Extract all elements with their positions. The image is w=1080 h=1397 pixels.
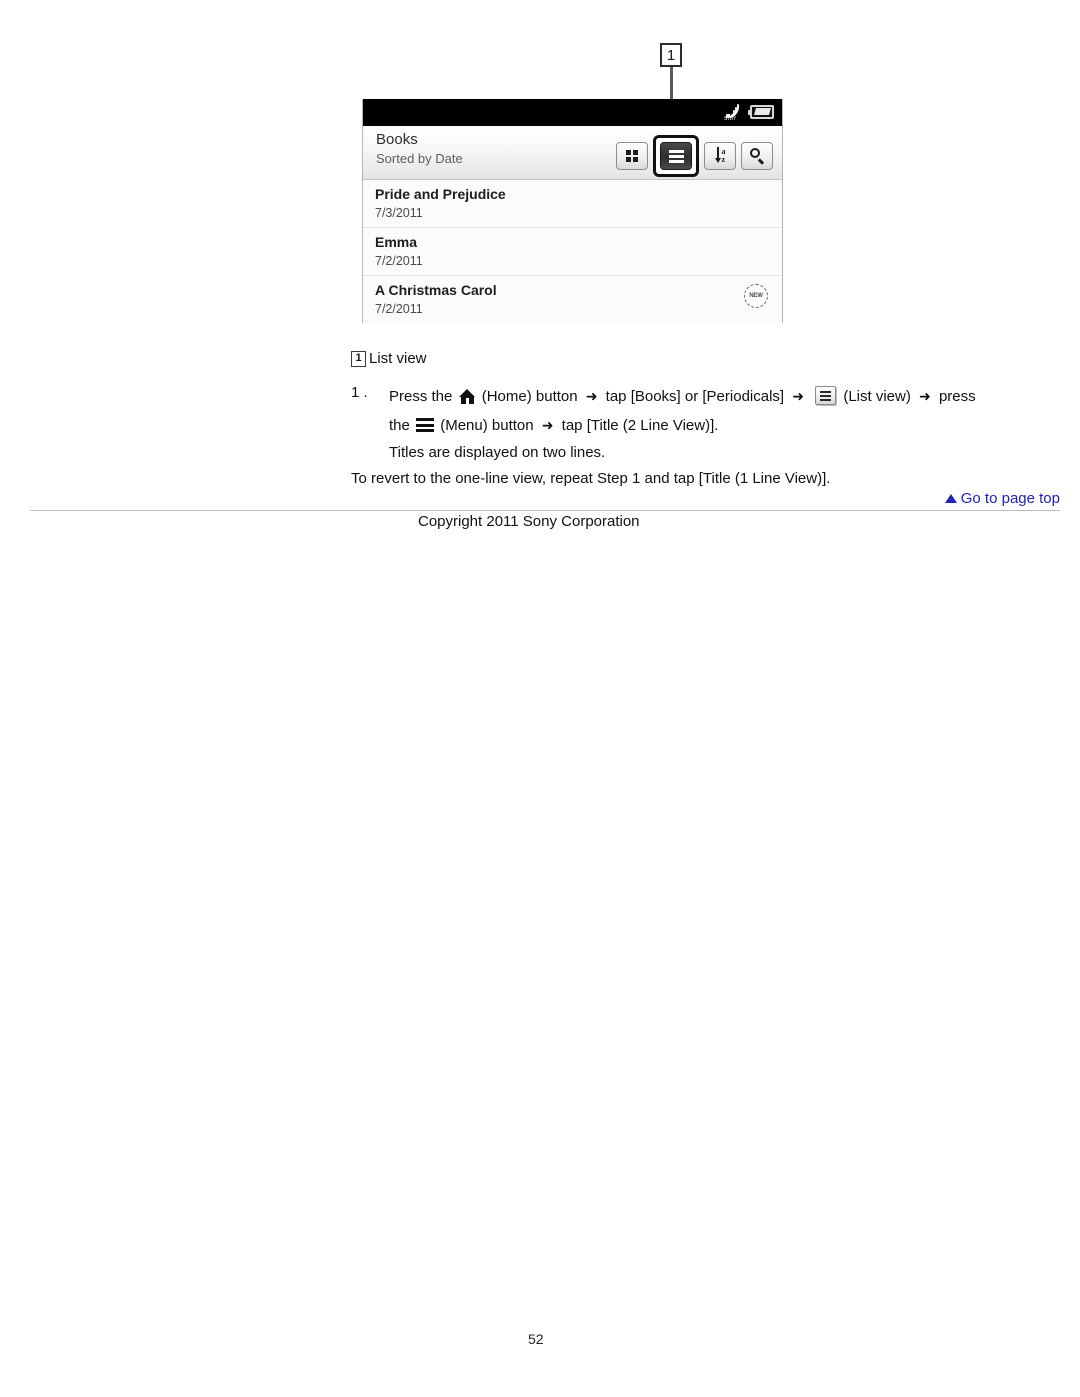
step-text-press-the: Press the bbox=[389, 388, 453, 405]
sort-button[interactable]: a z bbox=[704, 142, 736, 170]
list-item[interactable]: Emma 7/2/2011 bbox=[363, 228, 782, 276]
list-view-button[interactable] bbox=[660, 142, 692, 170]
arrow-right-icon: ➜ bbox=[585, 388, 598, 404]
arrow-right-icon: ➜ bbox=[919, 388, 931, 404]
copyright-text: Copyright 2011 Sony Corporation bbox=[418, 513, 640, 530]
sort-az-icon: a z bbox=[714, 147, 726, 165]
device-screenshot: STBY Books Sorted by Date a z Pride and … bbox=[362, 99, 783, 323]
device-header-bar: Books Sorted by Date a z bbox=[363, 126, 782, 180]
device-sort-subtitle: Sorted by Date bbox=[376, 151, 463, 166]
sort-arrow-icon bbox=[714, 147, 721, 165]
step-number: 1 . bbox=[351, 384, 368, 401]
book-title: Emma bbox=[375, 234, 418, 250]
grid-icon bbox=[626, 150, 638, 162]
sort-letters: a z bbox=[722, 148, 726, 164]
caption-badge-number: 1 bbox=[351, 350, 366, 367]
status-icon-group: STBY bbox=[724, 102, 774, 122]
step-line-2: the (Menu) button ➜ tap [Title (2 Line V… bbox=[389, 411, 1051, 440]
step-line-1: Press the (Home) button ➜ tap [Books] or… bbox=[389, 382, 1051, 411]
sort-letter-bottom: z bbox=[721, 155, 726, 164]
page-number: 52 bbox=[528, 1331, 544, 1347]
list-item[interactable]: Pride and Prejudice 7/3/2011 bbox=[363, 180, 782, 228]
battery-fill bbox=[753, 108, 771, 115]
go-to-page-top-link[interactable]: Go to page top bbox=[944, 490, 1060, 507]
step-revert-text: To revert to the one-line view, repeat S… bbox=[351, 470, 831, 487]
footer-divider bbox=[30, 510, 1060, 511]
arrow-right-icon: ➜ bbox=[541, 417, 554, 433]
list-view-button-highlight bbox=[653, 135, 699, 177]
go-to-page-top-label: Go to page top bbox=[960, 490, 1060, 507]
device-toolbar: a z bbox=[616, 135, 773, 177]
step-text-home-button: (Home) button bbox=[481, 388, 578, 405]
figure-caption: 1 List view bbox=[351, 350, 427, 367]
device-book-list: Pride and Prejudice 7/3/2011 Emma 7/2/20… bbox=[363, 180, 782, 323]
list-view-icon bbox=[815, 386, 837, 405]
step-text-tap-books: tap [Books] or [Periodicals] bbox=[605, 388, 785, 405]
book-title: A Christmas Carol bbox=[375, 282, 497, 298]
book-date: 7/2/2011 bbox=[375, 254, 423, 268]
home-icon bbox=[458, 389, 476, 404]
standby-label: STBY bbox=[724, 116, 736, 122]
device-status-bar: STBY bbox=[363, 99, 782, 126]
callout-marker: 1 bbox=[658, 43, 688, 107]
thumbnail-view-button[interactable] bbox=[616, 142, 648, 170]
step-text-tap-title: tap [Title (2 Line View)]. bbox=[561, 417, 719, 434]
caption-label: List view bbox=[369, 350, 427, 367]
list-item[interactable]: A Christmas Carol 7/2/2011 NEW bbox=[363, 276, 782, 323]
list-icon bbox=[668, 149, 684, 163]
search-button[interactable] bbox=[741, 142, 773, 170]
step-text-press: press bbox=[938, 388, 976, 405]
step-text-the: the bbox=[389, 417, 410, 434]
book-date: 7/3/2011 bbox=[375, 206, 423, 220]
triangle-up-icon bbox=[944, 494, 957, 503]
new-badge: NEW bbox=[744, 284, 768, 308]
step-result-text: Titles are displayed on two lines. bbox=[389, 444, 606, 461]
book-date: 7/2/2011 bbox=[375, 302, 423, 316]
device-page-title: Books bbox=[376, 131, 418, 148]
step-text-list-view: (List view) bbox=[843, 388, 911, 405]
book-title: Pride and Prejudice bbox=[375, 186, 506, 202]
callout-badge-number: 1 bbox=[660, 43, 682, 67]
wifi-standby-icon: STBY bbox=[724, 102, 743, 122]
search-icon bbox=[749, 147, 766, 165]
arrow-right-icon: ➜ bbox=[792, 388, 804, 404]
battery-icon bbox=[748, 104, 774, 119]
menu-icon bbox=[416, 418, 435, 432]
instruction-steps: 1 . Press the (Home) button ➜ tap [Books… bbox=[351, 382, 1051, 492]
step-text-menu-button: (Menu) button bbox=[440, 417, 534, 434]
